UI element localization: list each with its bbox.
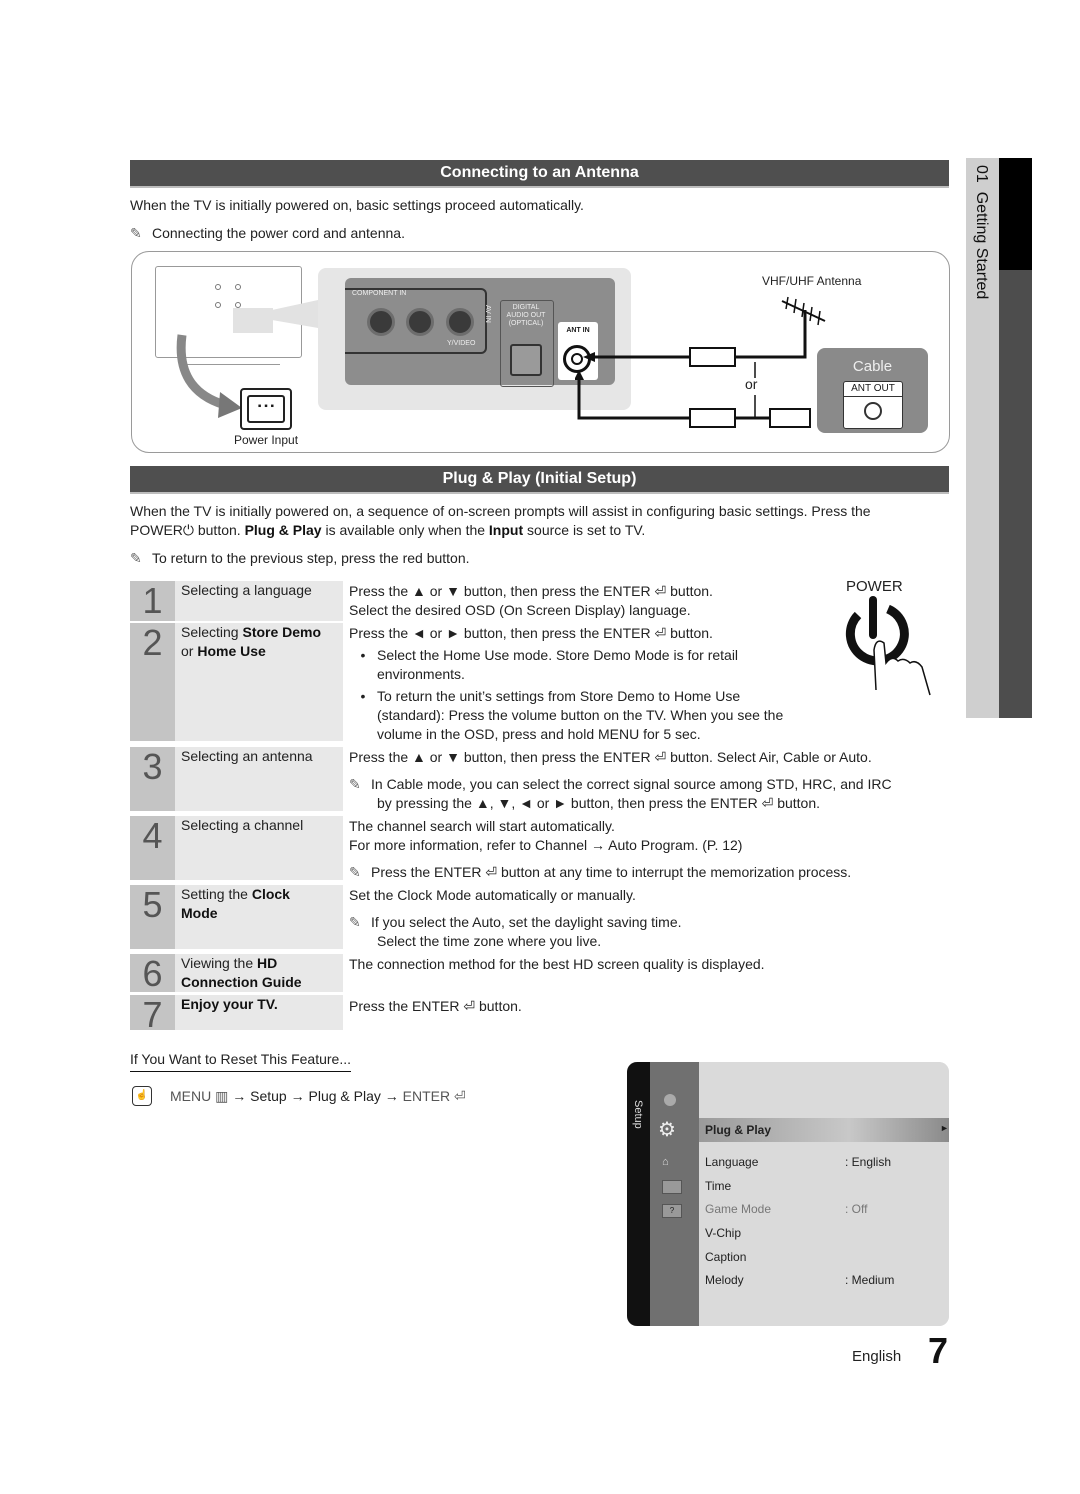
step-note: ✎ Press the ENTER ⏎ button at any time to…: [349, 864, 852, 880]
step-desc: Select the desired OSD (On Screen Displa…: [349, 602, 691, 618]
osd-selected-item[interactable]: Plug & Play: [705, 1123, 771, 1137]
cable-label: Cable: [852, 358, 893, 375]
step-number: 6: [130, 954, 175, 994]
osd-side-label: Setup: [632, 1100, 644, 1129]
osd-item[interactable]: V-Chip: [705, 1226, 741, 1240]
plug-play-note: ✎ To return to the previous step, press t…: [130, 550, 470, 566]
step-title: Setting the Clock Mode: [175, 885, 343, 949]
step-title: Selecting Store Demo or Home Use: [175, 623, 343, 741]
digital-audio-label: DIGITAL AUDIO OUT (OPTICAL): [506, 304, 546, 327]
step-bullet: • To return the unit’s settings from Stor…: [360, 688, 741, 704]
osd-support-icon: ?: [662, 1204, 682, 1218]
osd-item-disabled: Game Mode: [705, 1202, 772, 1216]
component-pr-jack: [406, 308, 434, 336]
osd-item-value: : Medium: [845, 1273, 895, 1287]
step-bullet: • Select the Home Use mode. Store Demo Mo…: [360, 647, 739, 663]
step-desc: The connection method for the best HD sc…: [349, 956, 765, 972]
osd-setup-menu: Setup ⚙ ⌂ ? Plug & Play ► Language : Eng…: [627, 1062, 949, 1326]
plug-play-intro-line2: POWER⏻ button. Plug & Play is available …: [130, 522, 646, 538]
curved-arrow-icon: [176, 334, 242, 418]
step-desc: (standard): Press the volume button on t…: [377, 707, 784, 723]
step-note: ✎ If you select the Auto, set the dayligh…: [349, 914, 682, 930]
chapter-tab-marker: [999, 158, 1032, 270]
step-number: 2: [130, 623, 175, 741]
osd-input-icon: ⌂: [662, 1156, 669, 1168]
osd-item[interactable]: Caption: [705, 1250, 746, 1264]
antenna-label: VHF/UHF Antenna: [762, 274, 862, 288]
step-desc: Select the time zone where you live.: [377, 933, 602, 949]
osd-picture-icon: [664, 1094, 676, 1106]
step-title: Selecting a channel: [175, 816, 343, 880]
osd-item-value: : Off: [845, 1202, 868, 1216]
video-jack: [446, 308, 474, 336]
section-heading-antenna: Connecting to an Antenna: [130, 160, 949, 188]
osd-item[interactable]: Melody: [705, 1273, 744, 1287]
power-input-label: Power Input: [234, 433, 299, 447]
step-note: ✎ In Cable mode, you can select the corre…: [349, 776, 892, 792]
step-desc: Press the ▲ or ▼ button, then press the …: [349, 583, 713, 599]
power-input-socket-icon: ▪ ▪ ▪: [240, 388, 292, 430]
step-desc: volume in the OSD, press and hold MENU f…: [377, 726, 701, 742]
step-desc: by pressing the ▲, ▼, ◄ or ► button, the…: [377, 795, 821, 811]
video-label: Y/VIDEO: [447, 340, 476, 347]
mount-hole: [235, 284, 241, 290]
footer-language: English: [852, 1348, 902, 1365]
power-symbol-icon: ⏻: [182, 522, 194, 538]
vhf-uhf-antenna-icon: [781, 296, 826, 326]
step-desc: For more information, refer to Channel →…: [349, 837, 743, 853]
step-desc: Set the Clock Mode automatically or manu…: [349, 887, 636, 903]
step-desc: Press the ▲ or ▼ button, then press the …: [349, 749, 872, 765]
osd-item[interactable]: Time: [705, 1179, 731, 1193]
antenna-note: ✎ Connecting the power cord and antenna.: [130, 225, 405, 241]
mount-hole: [215, 284, 221, 290]
step-number: 7: [130, 995, 175, 1035]
zoom-callout: [272, 300, 318, 328]
reset-heading: If You Want to Reset This Feature...: [130, 1050, 352, 1072]
step-desc: environments.: [377, 666, 465, 682]
ant-out-jack-icon: [864, 402, 882, 420]
step-title: Selecting a language: [175, 581, 343, 621]
plug-play-intro-line1: When the TV is initially powered on, a s…: [130, 503, 871, 519]
osd-right-arrow-icon: ►: [940, 1123, 949, 1133]
step-desc: Press the ◄ or ► button, then press the …: [349, 625, 713, 641]
step-number: 5: [130, 885, 175, 949]
osd-sidebar: Setup: [627, 1062, 650, 1326]
chapter-tab-bar: [999, 270, 1032, 718]
osd-item[interactable]: Language: [705, 1155, 758, 1169]
note-pencil-icon: ✎: [349, 776, 361, 792]
power-button-hand-icon: [845, 596, 931, 696]
power-label: POWER: [846, 578, 903, 595]
ant-out-box: ANT OUT: [843, 381, 903, 429]
osd-item-value: : English: [845, 1155, 892, 1169]
chapter-number: 01: [973, 165, 990, 183]
or-label: or: [745, 376, 758, 392]
page-number: 7: [928, 1330, 949, 1371]
step-title: Viewing the HD Connection Guide: [175, 954, 343, 992]
osd-setup-gear-icon[interactable]: ⚙: [658, 1117, 676, 1142]
component-pb-jack: [367, 308, 395, 336]
remote-hand-icon: ☝: [132, 1086, 152, 1106]
section-heading-plug-play: Plug & Play (Initial Setup): [130, 466, 949, 494]
antenna-intro: When the TV is initially powered on, bas…: [130, 197, 584, 213]
chapter-title: 01 Getting Started: [972, 165, 990, 299]
reset-menu-path: MENU ▥ → Setup → Plug & Play → ENTER ⏎: [170, 1088, 466, 1104]
step-number: 1: [130, 581, 175, 621]
step-desc: Press the ENTER ⏎ button.: [349, 998, 522, 1014]
note-pencil-icon: ✎: [130, 225, 142, 241]
step-number: 3: [130, 747, 175, 811]
step-title: Selecting an antenna: [175, 747, 343, 811]
mount-hole: [215, 302, 221, 308]
chapter-name: Getting Started: [973, 191, 990, 300]
optical-port-icon: [510, 344, 542, 376]
av-in-label: AV IN: [484, 305, 491, 323]
note-pencil-icon: ✎: [349, 864, 361, 880]
step-title: Enjoy your TV.: [175, 995, 343, 1030]
step-number: 4: [130, 816, 175, 880]
osd-icon-column: ⚙ ⌂ ?: [650, 1062, 699, 1326]
note-pencil-icon: ✎: [349, 914, 361, 930]
component-in-label: COMPONENT IN: [352, 290, 407, 297]
osd-application-icon: [662, 1180, 682, 1194]
note-pencil-icon: ✎: [130, 550, 142, 566]
step-desc: The channel search will start automatica…: [349, 818, 615, 834]
